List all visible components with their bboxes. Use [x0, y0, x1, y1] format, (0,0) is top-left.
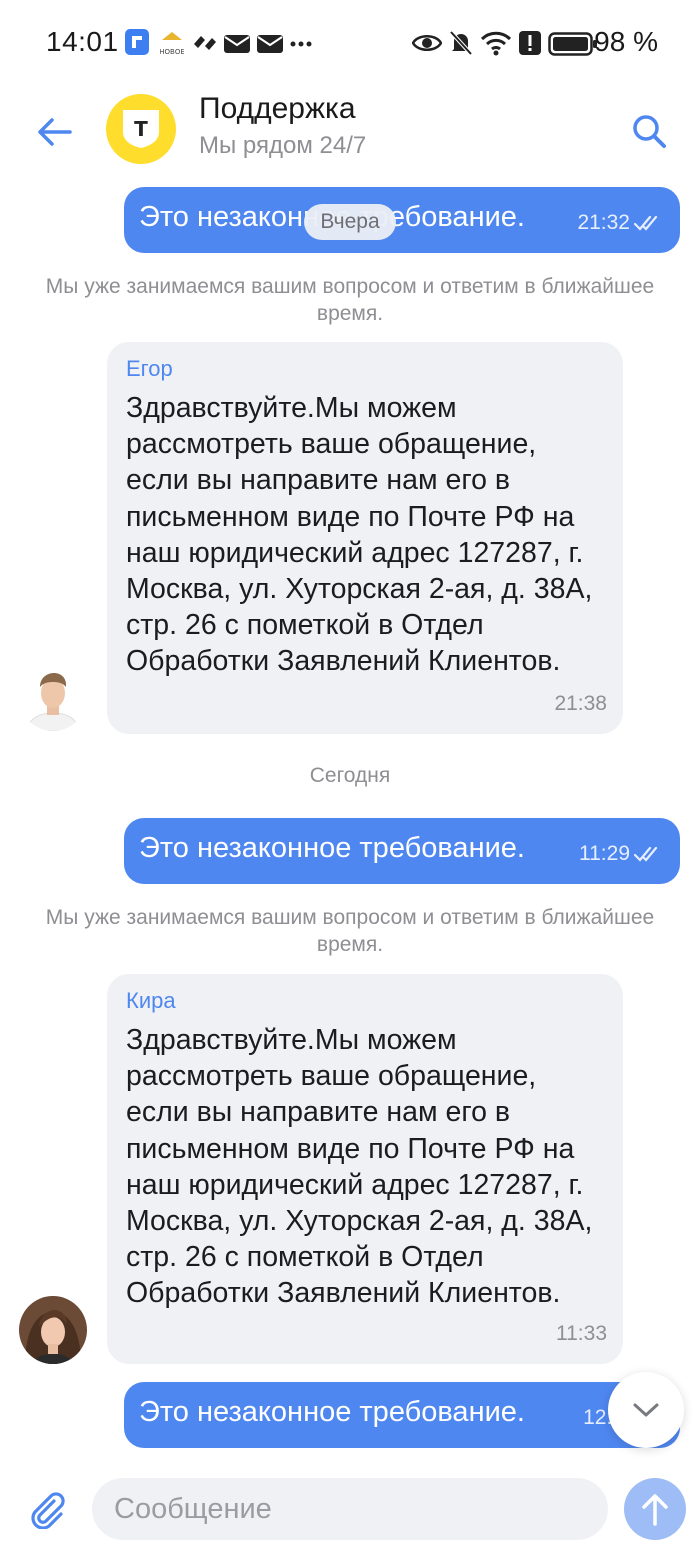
paperclip-icon: [31, 1492, 65, 1529]
message-text: Здравствуйте.Мы можем рассмотреть ваше о…: [126, 392, 593, 678]
message-text: Здравствуйте.Мы можем рассмотреть ваше о…: [126, 1024, 593, 1310]
system-note: Мы уже занимаемся вашим вопросом и ответ…: [45, 275, 655, 325]
avatar[interactable]: [19, 1296, 87, 1364]
bank-notification-icon: НОВОЕ: [160, 32, 184, 56]
chat-subtitle: Мы рядом 24/7: [199, 132, 367, 159]
attach-button[interactable]: [24, 1486, 70, 1532]
message-text: Это незаконное требование.: [139, 832, 525, 864]
message-list[interactable]: Это незаконное требование. 21:32 Вчера М…: [0, 178, 700, 1458]
double-check-icon: [634, 215, 658, 231]
status-time: 14:01: [46, 26, 119, 57]
agent-avatar-photo: [19, 1296, 87, 1364]
message-meta: 21:32: [577, 211, 662, 235]
mail-icon: [257, 35, 283, 53]
message-input[interactable]: [92, 1478, 608, 1540]
agent-avatar-photo: [19, 663, 87, 731]
battery-icon: [548, 32, 597, 56]
status-bar: 14:01 НОВОЕ 98 %: [0, 0, 700, 88]
shield-logo-icon: Т: [123, 110, 159, 148]
date-separator: Сегодня: [309, 764, 391, 787]
message-text: Это незаконное требование.: [139, 1396, 525, 1428]
send-arrow-icon: [642, 1494, 668, 1526]
author-name: Егор: [126, 356, 173, 381]
more-notifications-icon: [290, 41, 312, 47]
chat-header: Т Поддержка Мы рядом 24/7: [0, 88, 700, 178]
avatar[interactable]: [19, 663, 87, 731]
eye-icon: [412, 35, 442, 51]
chat-title: Поддержка: [199, 92, 356, 125]
message-time: 21:32: [577, 211, 630, 234]
outgoing-message[interactable]: Это незаконное требование. 12:3: [124, 1382, 680, 1448]
battery-percent: 98 %: [594, 26, 658, 57]
message-time: 11:29: [579, 842, 630, 865]
svg-text:НОВОЕ: НОВОЕ: [160, 48, 184, 56]
alert-icon: [519, 31, 541, 55]
scroll-to-bottom-button[interactable]: [608, 1372, 684, 1448]
search-icon: [633, 115, 666, 148]
send-button[interactable]: [624, 1478, 686, 1540]
back-arrow-icon: [38, 118, 72, 146]
message-meta: 11:29: [579, 842, 662, 866]
message-composer: [0, 1458, 700, 1554]
app-notification-icon: [125, 29, 149, 55]
message-time: 11:33: [556, 1322, 607, 1345]
back-button[interactable]: [28, 106, 80, 158]
author-name: Кира: [126, 988, 176, 1013]
chain-notification-icon: [194, 36, 216, 50]
double-check-icon: [634, 846, 658, 862]
outgoing-message[interactable]: Это незаконное требование. 11:29: [124, 818, 680, 884]
logo-letter: Т: [134, 117, 148, 141]
date-pill: Вчера: [304, 204, 396, 240]
mail-icon: [224, 35, 250, 53]
wifi-icon: [480, 31, 512, 56]
message-time: 21:38: [554, 692, 607, 715]
incoming-message[interactable]: Егор Здравствуйте.Мы можем рассмотреть в…: [107, 342, 623, 734]
chevron-down-icon: [633, 1403, 659, 1417]
incoming-message[interactable]: Кира Здравствуйте.Мы можем рассмотреть в…: [107, 974, 623, 1364]
outgoing-message[interactable]: Это незаконное требование. 21:32: [124, 187, 680, 253]
mute-bell-icon: [449, 30, 473, 56]
system-note: Мы уже занимаемся вашим вопросом и ответ…: [45, 906, 655, 956]
search-button[interactable]: [624, 106, 674, 156]
support-logo-avatar[interactable]: Т: [106, 94, 176, 164]
